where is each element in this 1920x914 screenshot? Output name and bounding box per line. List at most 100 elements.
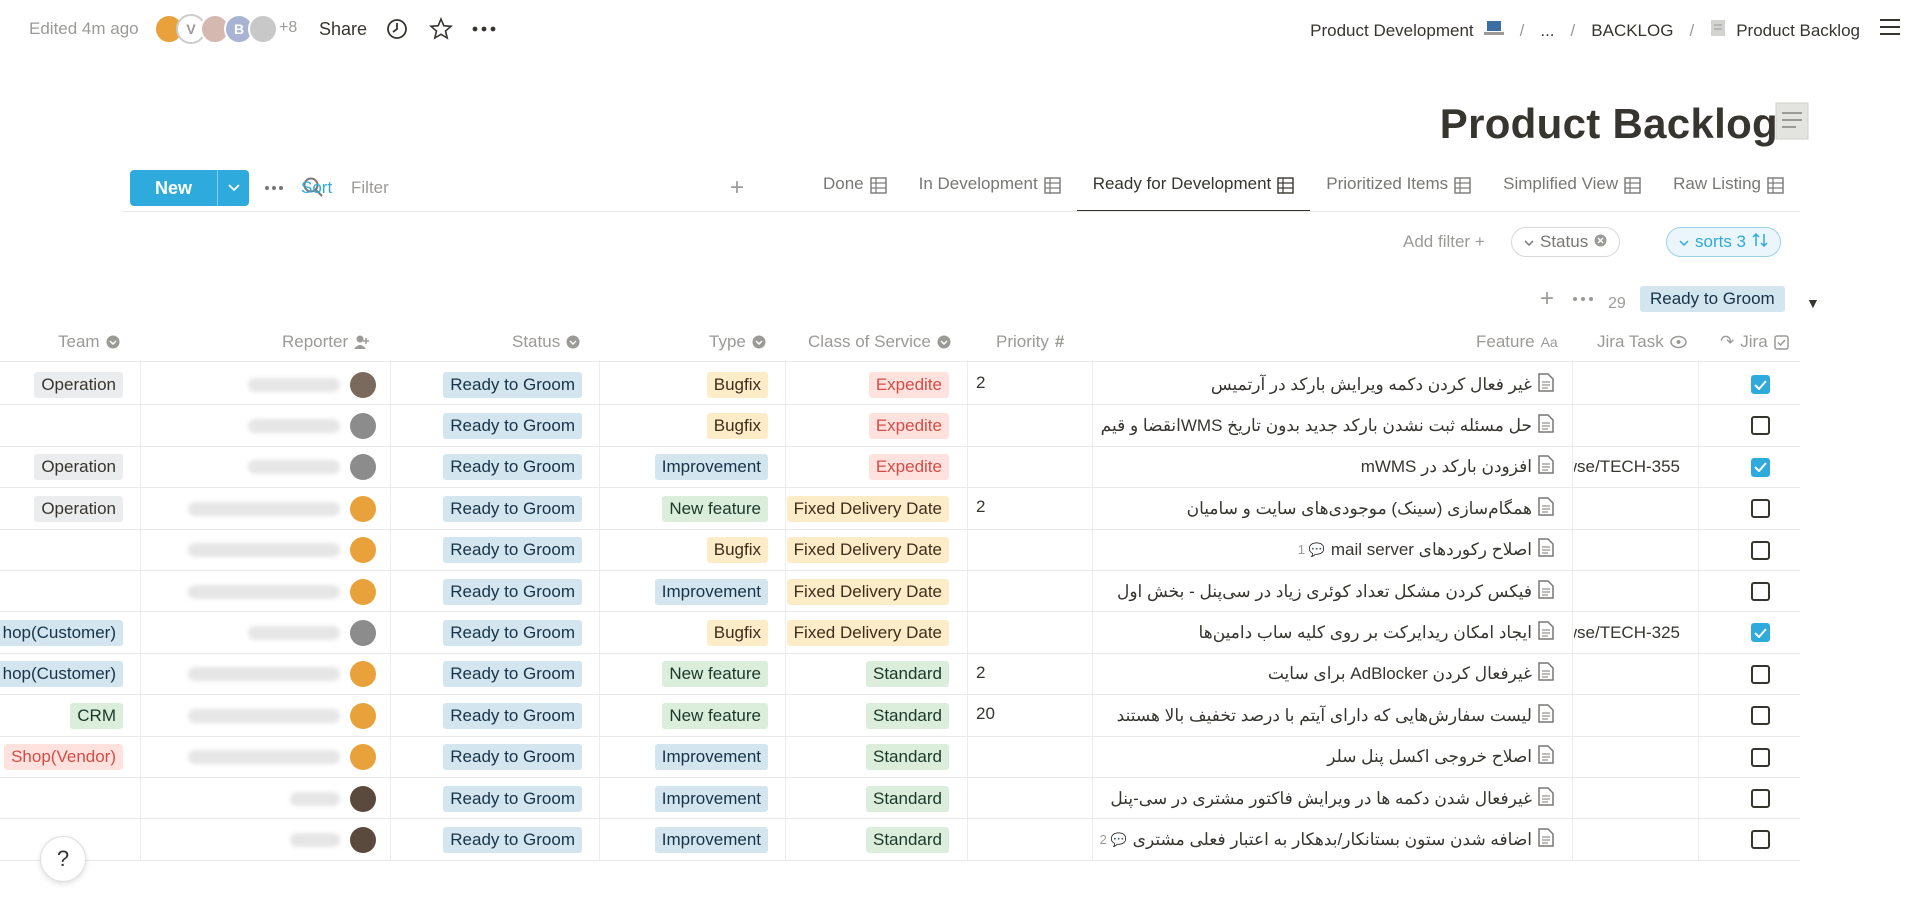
cell-jira[interactable] <box>1700 654 1800 695</box>
feature-title[interactable]: افزودن بارکد در mWMS <box>1361 457 1532 477</box>
cell-priority[interactable] <box>976 447 1088 488</box>
cell-type[interactable]: Bugfix <box>601 530 781 571</box>
tab-prioritized-items[interactable]: Prioritized Items <box>1310 170 1487 212</box>
jira-checkbox[interactable] <box>1751 623 1770 643</box>
group-add-plus-icon[interactable]: + <box>1540 285 1554 312</box>
column-header-jira-task[interactable]: Jira Task <box>1597 332 1687 352</box>
cell-status[interactable]: Ready to Groom <box>392 364 596 405</box>
sort-button[interactable]: Sort <box>301 178 332 198</box>
cell-jira-task[interactable] <box>1574 654 1694 695</box>
cell-class-of-service[interactable]: Fixed Delivery Date <box>787 488 963 529</box>
cell-status[interactable]: Ready to Groom <box>392 612 596 653</box>
cell-class-of-service[interactable]: Expedite <box>787 447 963 488</box>
table-row[interactable]: Operation Ready to Groom Improvement Expedi… <box>0 447 1800 488</box>
cell-reporter[interactable] <box>142 571 386 612</box>
jira-task-link[interactable]: wse/TECH-325 <box>1574 623 1680 643</box>
jira-checkbox[interactable] <box>1751 416 1770 436</box>
cell-class-of-service[interactable]: Standard <box>787 778 963 819</box>
add-filter-button[interactable]: Add filter + <box>1403 232 1485 252</box>
feature-title[interactable]: اصلاح رکوردهای mail server <box>1331 540 1532 560</box>
cell-feature[interactable]: 1 💬 اصلاح رکوردهای mail server <box>1094 530 1568 571</box>
cell-type[interactable]: Improvement <box>601 737 781 778</box>
table-row[interactable]: Ready to Groom Bugfix Fixed Delivery Date 1… <box>0 530 1800 571</box>
feature-title[interactable]: همگام‌سازی (سینک) موجودی‌های سایت و سامی… <box>1187 499 1532 519</box>
table-row[interactable]: Ready to Groom Improvement Fixed Delivery … <box>0 571 1800 612</box>
help-button[interactable]: ? <box>40 836 86 882</box>
table-row[interactable]: Ready to Groom Improvement Standard غیرفعال… <box>0 778 1800 819</box>
add-view-plus-icon[interactable]: + <box>730 174 744 202</box>
cell-priority[interactable] <box>976 571 1088 612</box>
menu-hamburger-icon[interactable] <box>1878 16 1902 40</box>
cell-jira[interactable] <box>1700 364 1800 405</box>
cell-jira[interactable] <box>1700 819 1800 860</box>
cell-type[interactable]: Bugfix <box>601 364 781 405</box>
more-options-icon[interactable] <box>262 176 286 200</box>
cell-priority[interactable]: 20 <box>976 695 1088 736</box>
group-more-icon[interactable] <box>1572 286 1594 312</box>
history-clock-icon[interactable] <box>383 15 411 43</box>
jira-task-link[interactable]: wse/TECH-355 <box>1574 457 1680 477</box>
cell-class-of-service[interactable]: Fixed Delivery Date <box>787 571 963 612</box>
tab-done[interactable]: Done <box>807 170 903 212</box>
table-row[interactable]: Ready to Groom Bugfix Expedite حل مسئله ثبت… <box>0 405 1800 446</box>
jira-checkbox[interactable] <box>1751 830 1770 850</box>
jira-checkbox[interactable] <box>1751 747 1770 767</box>
cell-team[interactable] <box>0 571 135 612</box>
cell-jira[interactable] <box>1700 737 1800 778</box>
cell-type[interactable]: Improvement <box>601 447 781 488</box>
cell-jira-task[interactable] <box>1574 819 1694 860</box>
cell-class-of-service[interactable]: Fixed Delivery Date <box>787 612 963 653</box>
cell-jira-task[interactable]: wse/TECH-355 <box>1574 447 1694 488</box>
cell-team[interactable]: Shop(Vendor) <box>0 737 135 778</box>
cell-jira[interactable] <box>1700 612 1800 653</box>
jira-checkbox[interactable] <box>1751 375 1770 394</box>
cell-type[interactable]: Bugfix <box>601 612 781 653</box>
breadcrumb-item[interactable]: Product Development <box>1310 21 1473 41</box>
cell-reporter[interactable] <box>142 695 386 736</box>
cell-type[interactable]: Improvement <box>601 819 781 860</box>
cell-team[interactable]: hop(Customer) <box>0 612 135 653</box>
cell-jira-task[interactable] <box>1574 488 1694 529</box>
table-row[interactable]: Operation Ready to Groom New feature Fixed … <box>0 488 1800 529</box>
jira-checkbox[interactable] <box>1751 582 1770 601</box>
clear-filter-icon[interactable] <box>1594 232 1607 252</box>
jira-checkbox[interactable] <box>1751 499 1770 519</box>
cell-feature[interactable]: اصلاح خروجی اکسل پنل سلر <box>1094 737 1568 778</box>
new-button-label[interactable]: New <box>130 170 217 206</box>
collapse-triangle-icon[interactable]: ▼ <box>1806 290 1820 316</box>
cell-priority[interactable] <box>976 778 1088 819</box>
cell-status[interactable]: Ready to Groom <box>392 488 596 529</box>
jira-checkbox[interactable] <box>1751 664 1770 684</box>
cell-feature[interactable]: افزودن بارکد در mWMS <box>1094 447 1568 488</box>
cell-feature[interactable]: ایجاد امکان ریدایرکت بر روی کلیه ساب دام… <box>1094 612 1568 653</box>
column-header-class-of-service[interactable]: Class of Service <box>808 332 951 352</box>
more-options-icon[interactable] <box>470 15 498 43</box>
column-header-jira[interactable]: ↷ Jira <box>1720 332 1789 352</box>
cell-reporter[interactable] <box>142 405 386 446</box>
cell-feature[interactable]: فیکس کردن مشکل تعداد کوئری زیاد در سی‌پن… <box>1094 571 1568 612</box>
column-header-feature[interactable]: Feature Aa <box>1476 332 1558 352</box>
cell-jira[interactable] <box>1700 447 1800 488</box>
cell-jira-task[interactable] <box>1574 695 1694 736</box>
cell-status[interactable]: Ready to Groom <box>392 447 596 488</box>
feature-title[interactable]: غیر فعال کردن دکمه ویرایش بارکد در آرتمی… <box>1211 375 1532 395</box>
cell-jira-task[interactable] <box>1574 737 1694 778</box>
cell-team[interactable]: Operation <box>0 364 135 405</box>
cell-class-of-service[interactable]: Standard <box>787 695 963 736</box>
status-filter-pill[interactable]: Status <box>1511 227 1621 257</box>
cell-class-of-service[interactable]: Fixed Delivery Date <box>787 530 963 571</box>
cell-jira-task[interactable] <box>1574 530 1694 571</box>
column-header-type[interactable]: Type <box>709 332 766 352</box>
cell-reporter[interactable] <box>142 654 386 695</box>
cell-team[interactable] <box>0 405 135 446</box>
cell-team[interactable] <box>0 778 135 819</box>
jira-checkbox[interactable] <box>1751 540 1770 560</box>
cell-type[interactable]: Improvement <box>601 571 781 612</box>
cell-jira-task[interactable]: wse/TECH-325 <box>1574 612 1694 653</box>
tab-in-development[interactable]: In Development <box>903 170 1077 212</box>
new-button[interactable]: New <box>130 170 249 206</box>
cell-team[interactable]: Operation <box>0 488 135 529</box>
cell-jira-task[interactable] <box>1574 778 1694 819</box>
cell-reporter[interactable] <box>142 819 386 860</box>
cell-jira-task[interactable] <box>1574 405 1694 446</box>
